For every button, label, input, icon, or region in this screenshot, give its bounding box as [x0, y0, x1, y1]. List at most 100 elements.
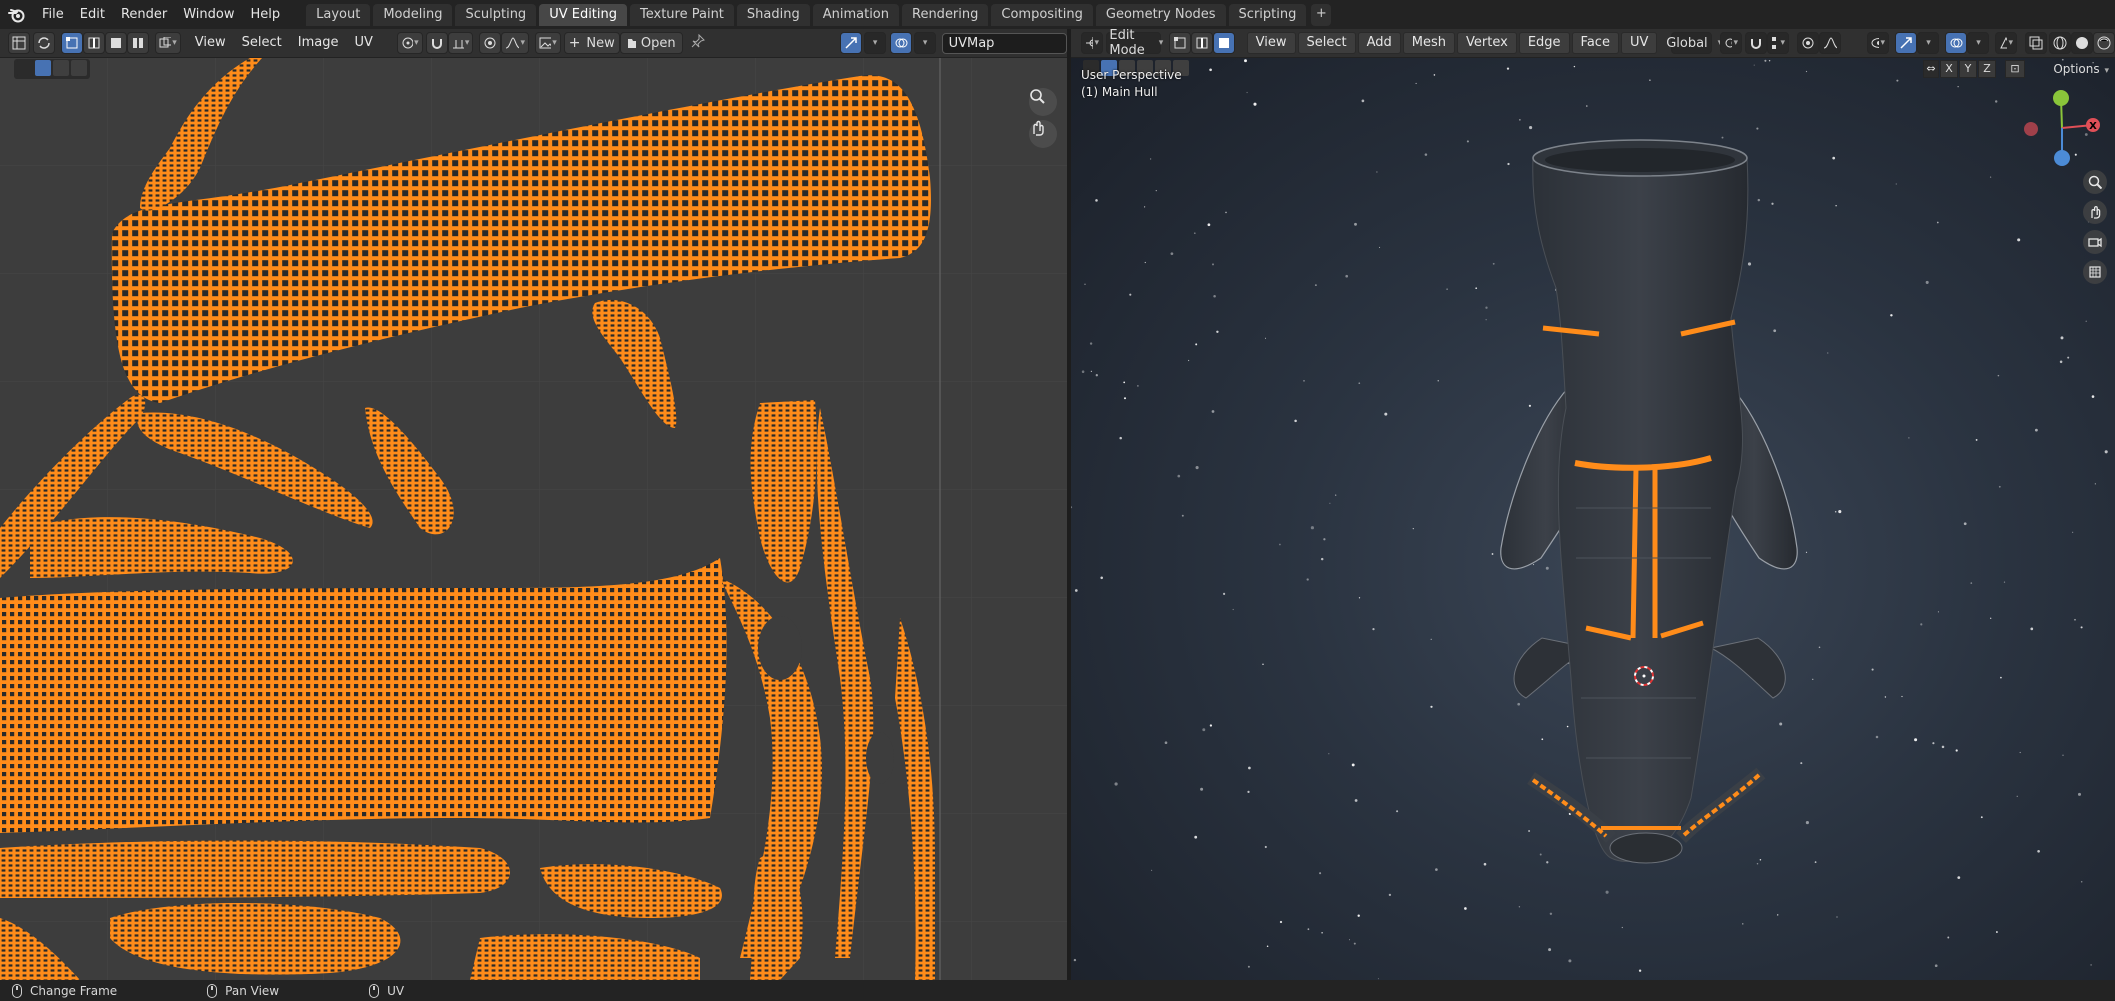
vp-overlays-icon[interactable] — [1945, 32, 1967, 54]
shading-solid-icon[interactable] — [2071, 32, 2093, 54]
uv-menu-uv[interactable]: UV — [346, 32, 380, 54]
3d-viewport[interactable]: X User Perspective (1) Main Hull ⇔ X Y Z… — [1071, 58, 2115, 980]
mirror-icon[interactable]: ⇔ — [1923, 60, 1939, 78]
new-image-button[interactable]: + New — [563, 32, 620, 54]
auto-merge-icon[interactable]: ⊡ — [2005, 60, 2025, 78]
pin-icon[interactable] — [691, 33, 705, 52]
uv-map-field[interactable]: UVMap — [941, 32, 1067, 54]
star — [1433, 74, 1436, 76]
vp-menu-select[interactable]: Select — [1297, 32, 1356, 54]
transform-orientation-selector[interactable]: Global ▾ — [1666, 32, 1722, 54]
menu-window[interactable]: Window — [175, 4, 242, 26]
navigation-gizmo[interactable]: X — [2024, 90, 2100, 166]
island-select-icon[interactable] — [127, 32, 149, 54]
vp-snap-icon[interactable] — [1745, 32, 1767, 54]
face-select-icon[interactable] — [105, 32, 127, 54]
vp-edge-select-icon[interactable] — [1190, 32, 1213, 54]
snap-icon[interactable] — [425, 32, 448, 54]
gizmo-dropdown-icon[interactable]: ▾ — [863, 32, 886, 54]
menu-help[interactable]: Help — [243, 4, 289, 26]
vp-menu-face[interactable]: Face — [1571, 32, 1619, 54]
camera-view-icon[interactable] — [2083, 230, 2107, 254]
star — [1963, 522, 1967, 526]
vp-menu-add[interactable]: Add — [1357, 32, 1401, 54]
tab-rendering[interactable]: Rendering — [902, 3, 989, 26]
shading-wireframe-icon[interactable] — [2049, 32, 2071, 54]
vp-menu-uv[interactable]: UV — [1620, 32, 1658, 54]
vp-overlays-dropdown-icon[interactable]: ▾ — [1967, 32, 1989, 54]
menu-edit[interactable]: Edit — [72, 4, 113, 26]
blender-logo-icon[interactable] — [6, 4, 28, 26]
tab-scripting[interactable]: Scripting — [1228, 3, 1307, 26]
gizmo-z-axis-icon[interactable] — [2054, 150, 2070, 166]
select-box-icon[interactable] — [35, 60, 51, 76]
viewport-editor-type-icon[interactable]: ▾ — [1081, 32, 1103, 54]
tab-layout[interactable]: Layout — [306, 3, 371, 26]
menu-file[interactable]: File — [34, 4, 72, 26]
vertex-select-icon[interactable] — [61, 32, 83, 54]
overlays-icon[interactable] — [889, 32, 912, 54]
vp-menu-edge[interactable]: Edge — [1518, 32, 1570, 54]
uv-menu-image[interactable]: Image — [290, 32, 347, 54]
tab-compositing[interactable]: Compositing — [991, 3, 1093, 26]
sync-selection-icon[interactable] — [33, 32, 55, 54]
vp-face-select-icon[interactable] — [1212, 32, 1235, 54]
options-menu[interactable]: Options ▾ — [2053, 60, 2109, 78]
vp-pan-icon[interactable] — [2083, 200, 2107, 224]
editor-type-icon[interactable] — [8, 32, 30, 54]
select-subtract-icon[interactable] — [71, 60, 87, 76]
gizmo-neg-x-axis-icon[interactable] — [2024, 122, 2038, 136]
vp-proportional-icon[interactable] — [1797, 32, 1819, 54]
shading-material-icon[interactable] — [2093, 32, 2115, 54]
tab-texture-paint[interactable]: Texture Paint — [630, 3, 734, 26]
menu-render[interactable]: Render — [113, 4, 175, 26]
tab-shading[interactable]: Shading — [736, 3, 810, 26]
gizmo-y-axis-icon[interactable] — [2053, 90, 2069, 106]
vp-falloff-icon[interactable] — [1819, 32, 1841, 54]
vp-vertex-select-icon[interactable] — [1168, 32, 1191, 54]
gizmo-toggle-icon[interactable] — [839, 32, 862, 54]
sticky-selection-icon[interactable]: ▾ — [155, 32, 181, 54]
overlays-dropdown-icon[interactable]: ▾ — [913, 32, 936, 54]
vp-zoom-icon[interactable] — [2083, 170, 2107, 194]
star — [1123, 397, 1127, 400]
mirror-x-button[interactable]: X — [1940, 60, 1958, 78]
tab-animation[interactable]: Animation — [812, 3, 899, 26]
collapse-arrow-icon[interactable] — [17, 60, 33, 76]
uv-editor-canvas[interactable] — [0, 58, 1067, 980]
pivot-point-icon[interactable]: ▾ — [396, 32, 423, 54]
tab-uv-editing[interactable]: UV Editing — [539, 3, 628, 26]
snap-target-icon[interactable]: ▾ — [447, 32, 474, 54]
mesh-edit-overlays-icon[interactable]: ▾ — [1995, 32, 2017, 54]
main-hull-mesh — [1500, 139, 1798, 864]
vp-gizmo-icon[interactable] — [1895, 32, 1917, 54]
visibility-icon[interactable]: ▾ — [1867, 32, 1889, 54]
vp-menu-vertex[interactable]: Vertex — [1457, 32, 1517, 54]
uv-menu-select[interactable]: Select — [234, 32, 290, 54]
zoom-view-icon[interactable] — [1029, 88, 1057, 116]
tab-geometry-nodes[interactable]: Geometry Nodes — [1095, 3, 1226, 26]
uv-menu-view[interactable]: View — [187, 32, 234, 54]
falloff-icon[interactable]: ▾ — [501, 32, 529, 54]
edge-select-icon[interactable] — [83, 32, 105, 54]
open-image-button[interactable]: Open — [619, 32, 683, 54]
vp-snap-grid-icon[interactable]: ▾ — [1767, 32, 1789, 54]
mirror-z-button[interactable]: Z — [1978, 60, 1996, 78]
pan-view-icon[interactable] — [1029, 120, 1057, 148]
perspective-toggle-icon[interactable] — [2083, 260, 2107, 284]
vp-menu-mesh[interactable]: Mesh — [1402, 32, 1456, 54]
select-extend-icon[interactable] — [53, 60, 69, 76]
star — [1914, 738, 1918, 742]
status-change-frame: Change Frame — [12, 983, 117, 998]
vp-menu-view[interactable]: View — [1246, 32, 1296, 54]
image-browse-icon[interactable]: ▾ — [535, 32, 561, 54]
mirror-y-button[interactable]: Y — [1959, 60, 1977, 78]
add-workspace-button[interactable]: + — [1311, 3, 1332, 26]
vp-gizmo-dropdown-icon[interactable]: ▾ — [1917, 32, 1939, 54]
mode-selector[interactable]: Edit Mode ▾ — [1106, 28, 1163, 58]
tab-modeling[interactable]: Modeling — [373, 3, 453, 26]
xray-icon[interactable] — [2025, 32, 2047, 54]
pivot-icon[interactable]: ▾ — [1720, 32, 1742, 54]
proportional-edit-icon[interactable] — [479, 32, 502, 54]
tab-sculpting[interactable]: Sculpting — [455, 3, 537, 26]
